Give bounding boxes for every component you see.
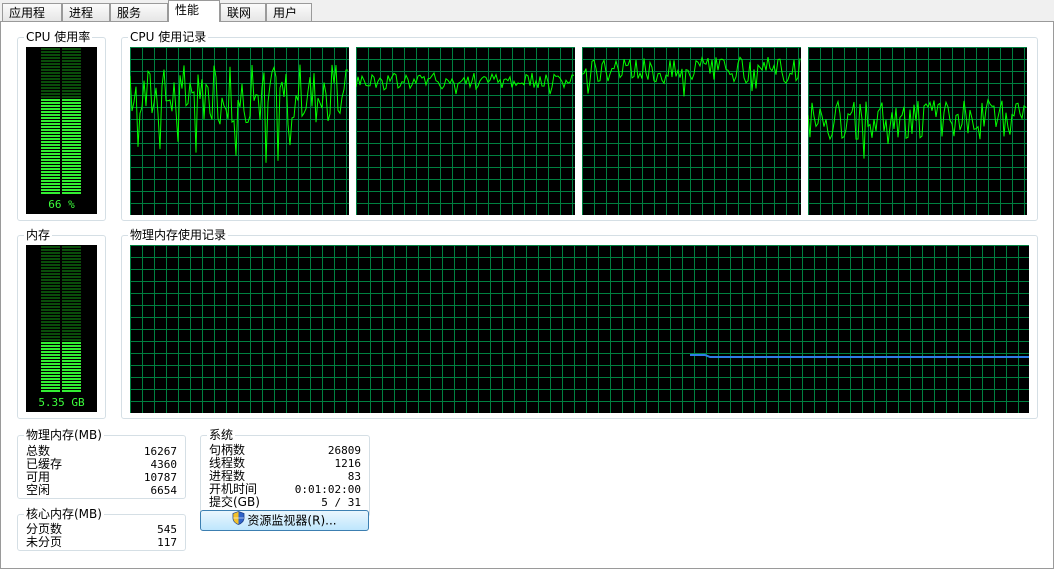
tab-applications[interactable]: 应用程序 [2, 3, 62, 38]
tab-services[interactable]: 服务 [110, 3, 168, 21]
stat-value: 0:01:02:00 [294, 483, 361, 496]
tab-bar: 应用程序 进程 服务 性能 联网 用户 [0, 0, 1054, 38]
cpu-history-title: CPU 使用记录 [128, 30, 209, 44]
system-group: 系统 句柄数 26809 线程数 1216 进程数 83 开机时间 0:01:02:00… [200, 428, 370, 517]
cpu-usage-value: 66 % [48, 198, 75, 211]
cpu-usage-group: CPU 使用率 66 % [17, 30, 106, 221]
cpu-meter-bars [41, 48, 81, 194]
resource-monitor-button[interactable]: 资源监视器(R)... [200, 510, 369, 531]
stat-value: 545 [157, 523, 177, 536]
memory-meter-bars [41, 246, 81, 392]
memory-meter: 5.35 GB [26, 245, 97, 412]
stat-row: 提交(GB) 5 / 31 [209, 495, 361, 510]
tab-processes[interactable]: 进程 [62, 3, 110, 21]
stat-row: 未分页 117 [26, 535, 177, 550]
memory-group: 内存 5.35 GB [17, 228, 106, 419]
memory-history-title: 物理内存使用记录 [128, 228, 229, 242]
cpu-usage-title: CPU 使用率 [24, 30, 93, 44]
tab-networking[interactable]: 联网 [220, 3, 266, 21]
memory-history-graph [130, 245, 1029, 413]
stat-label: 未分页 [26, 535, 63, 549]
stat-value: 6654 [150, 484, 178, 497]
resource-monitor-label: 资源监视器(R)... [247, 513, 337, 528]
stat-value: 117 [157, 536, 177, 549]
stat-label: 空闲 [26, 483, 51, 497]
cpu-core-graph-3 [582, 47, 801, 215]
stat-value: 10787 [143, 471, 177, 484]
stat-value: 4360 [150, 458, 178, 471]
stat-label: 提交(GB) [209, 495, 260, 509]
physical-memory-group: 物理内存(MB) 总数 16267 已缓存 4360 可用 10787 空闲 6654 [17, 428, 186, 499]
cpu-history-group: CPU 使用记录 [121, 30, 1038, 221]
memory-value: 5.35 GB [38, 396, 85, 409]
stat-value: 16267 [143, 445, 177, 458]
cpu-core-graph-2 [356, 47, 575, 215]
stat-row: 空闲 6654 [26, 483, 178, 498]
stat-value: 26809 [327, 444, 361, 457]
system-title: 系统 [207, 428, 236, 442]
tab-performance[interactable]: 性能 [168, 0, 220, 22]
cpu-core-graph-1 [130, 47, 349, 215]
memory-title: 内存 [24, 228, 53, 242]
kernel-memory-group: 核心内存(MB) 分页数 545 未分页 117 [17, 507, 186, 551]
stat-value: 5 / 31 [321, 496, 361, 509]
physical-memory-title: 物理内存(MB) [24, 428, 104, 442]
cpu-core-graph-4 [808, 47, 1027, 215]
stat-value: 83 [347, 470, 361, 483]
kernel-memory-title: 核心内存(MB) [24, 507, 104, 521]
tab-users[interactable]: 用户 [266, 3, 312, 21]
uac-shield-icon [232, 511, 245, 531]
stat-value: 1216 [334, 457, 362, 470]
cpu-usage-meter: 66 % [26, 47, 97, 214]
memory-history-group: 物理内存使用记录 [121, 228, 1038, 419]
